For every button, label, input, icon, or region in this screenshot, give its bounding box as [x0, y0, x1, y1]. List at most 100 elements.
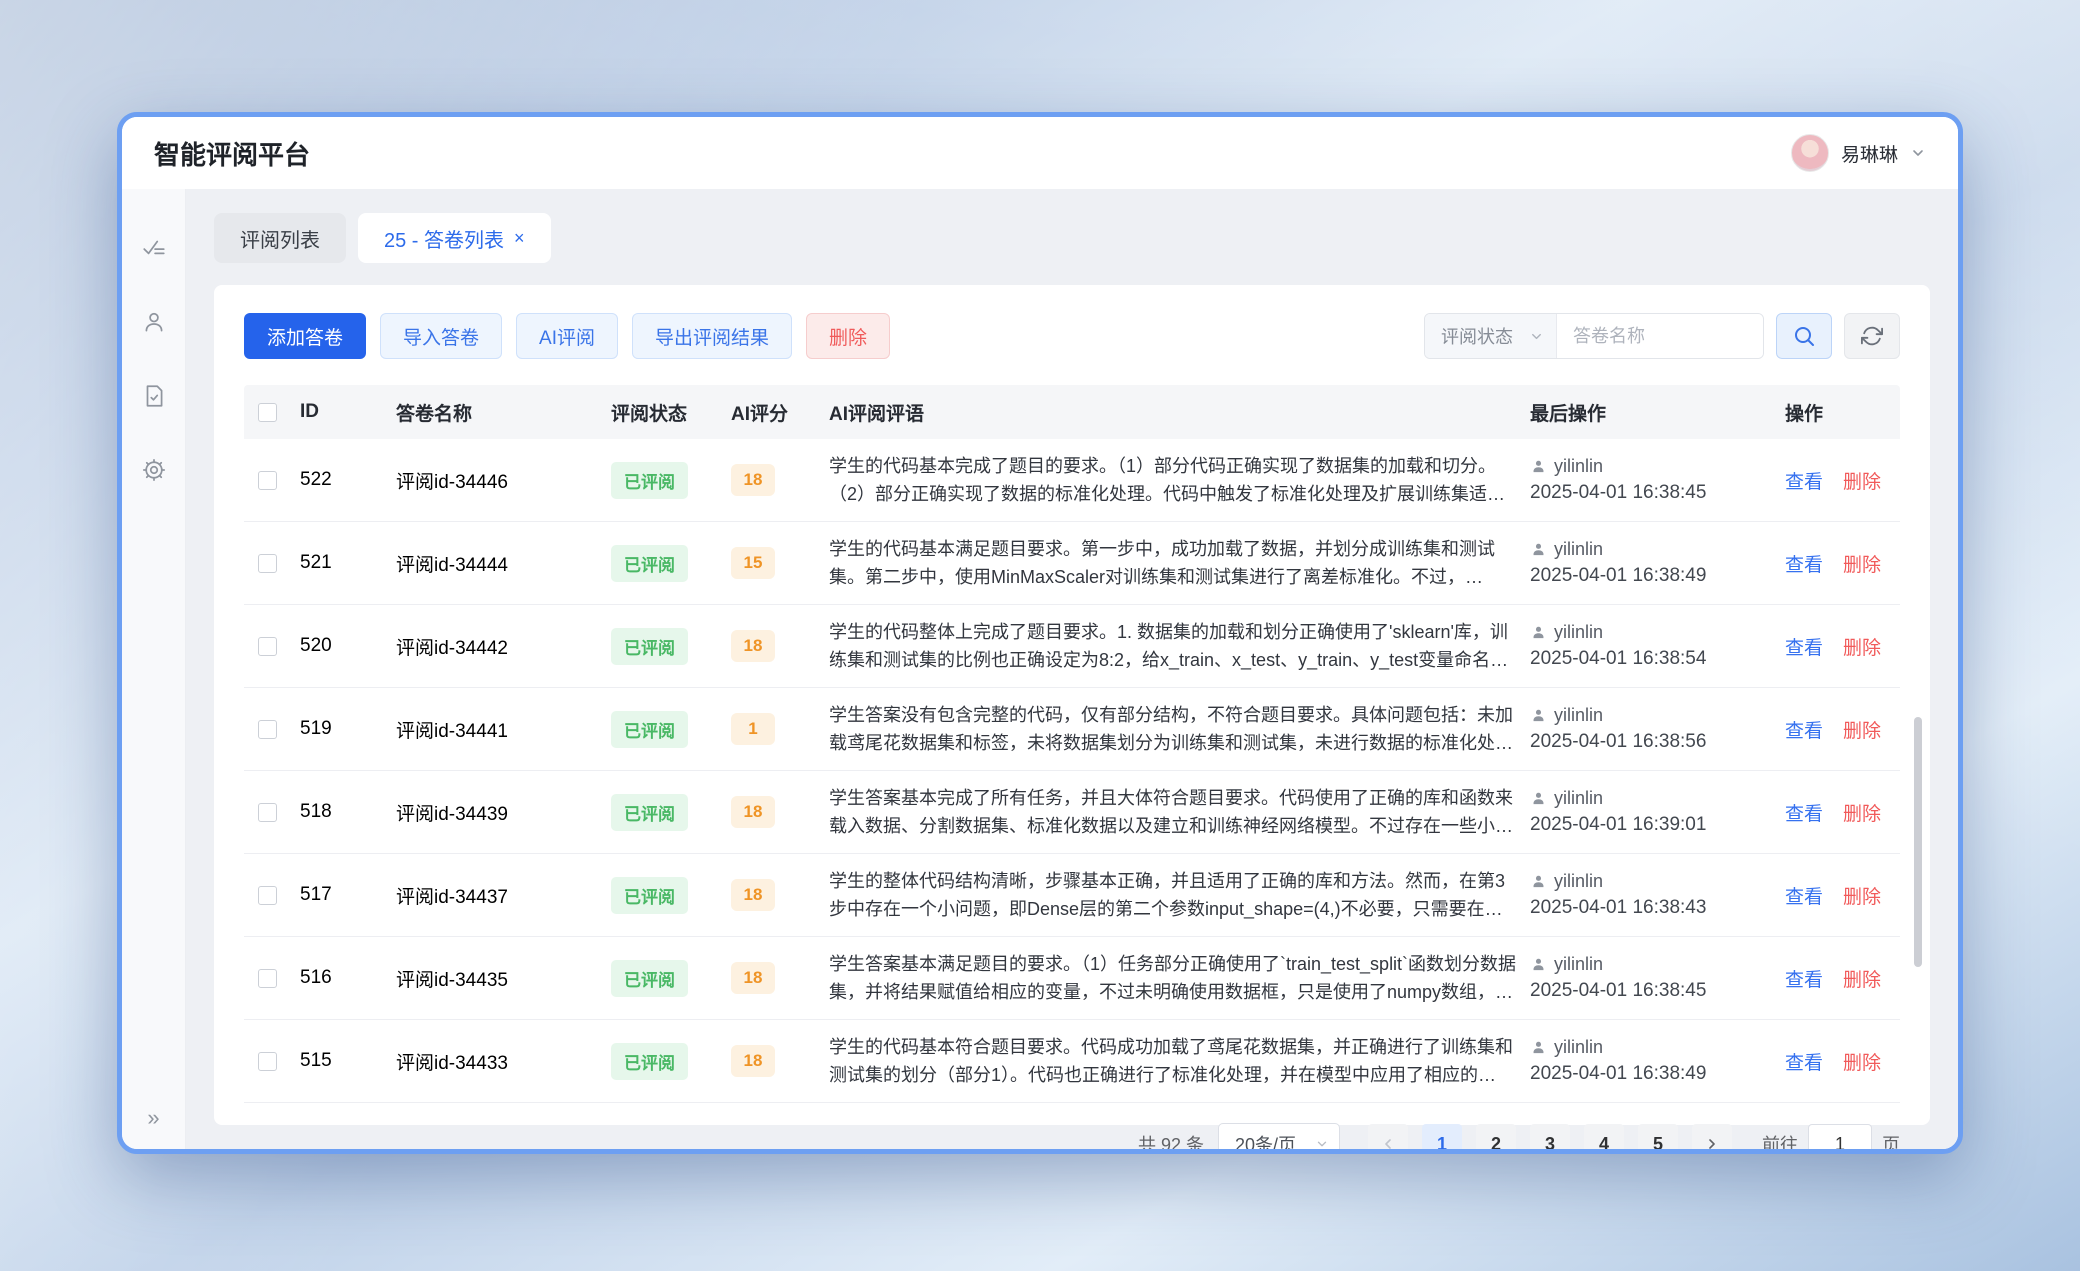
table-row: 518 评阅id-34439 已评阅 18 学生答案基本完成了所有任务，并且大体… — [244, 771, 1900, 854]
view-link[interactable]: 查看 — [1785, 799, 1823, 826]
person-icon — [1530, 458, 1547, 475]
search-button[interactable] — [1776, 313, 1832, 359]
table-row: 517 评阅id-34437 已评阅 18 学生的整体代码结构清晰，步骤基本正确… — [244, 854, 1900, 937]
delete-link[interactable]: 删除 — [1843, 550, 1881, 577]
sidebar-expand-button[interactable]: » — [147, 1105, 159, 1131]
content-card: 添加答卷 导入答卷 AI评阅 导出评阅结果 删除 评阅状态 — [214, 285, 1930, 1125]
status-badge: 已评阅 — [611, 628, 688, 665]
app-window: 智能评阅平台 易琳琳 » 评阅列表 — [117, 112, 1963, 1154]
goto-page-input[interactable] — [1808, 1124, 1872, 1154]
user-menu[interactable]: 易琳琳 — [1791, 134, 1926, 172]
delete-link[interactable]: 删除 — [1843, 799, 1881, 826]
page-unit-label: 页 — [1882, 1131, 1900, 1154]
row-checkbox[interactable] — [258, 1052, 277, 1071]
person-icon — [1530, 873, 1547, 890]
operator-name: yilinlin — [1554, 954, 1603, 975]
header-actions: 操作 — [1785, 399, 1900, 426]
view-link[interactable]: 查看 — [1785, 467, 1823, 494]
operation-time: 2025-04-01 16:38:45 — [1530, 482, 1775, 504]
row-last-operation: yilinlin 2025-04-01 16:38:56 — [1530, 705, 1785, 753]
operation-time: 2025-04-01 16:38:49 — [1530, 565, 1775, 587]
row-name: 评阅id-34437 — [396, 882, 611, 909]
score-badge: 1 — [731, 713, 775, 745]
delete-link[interactable]: 删除 — [1843, 1048, 1881, 1075]
table-row: 521 评阅id-34444 已评阅 15 学生的代码基本满足题目要求。第一步中… — [244, 522, 1900, 605]
person-icon — [1530, 624, 1547, 641]
page-button-4[interactable]: 4 — [1584, 1124, 1624, 1154]
goto-label: 前往 — [1762, 1131, 1798, 1154]
score-badge: 15 — [731, 547, 775, 579]
delete-link[interactable]: 删除 — [1843, 882, 1881, 909]
scrollbar-thumb[interactable] — [1914, 717, 1922, 967]
delete-link[interactable]: 删除 — [1843, 716, 1881, 743]
prev-page-button[interactable] — [1368, 1124, 1408, 1154]
page-size-select[interactable]: 20条/页 — [1218, 1123, 1340, 1154]
view-link[interactable]: 查看 — [1785, 882, 1823, 909]
operation-time: 2025-04-01 16:38:56 — [1530, 731, 1775, 753]
page-button-5[interactable]: 5 — [1638, 1124, 1678, 1154]
table-row: 515 评阅id-34433 已评阅 18 学生的代码基本符合题目要求。代码成功… — [244, 1020, 1900, 1103]
tab-review-list[interactable]: 评阅列表 — [214, 213, 346, 263]
close-icon[interactable]: × — [514, 228, 525, 249]
row-comment: 学生答案基本完成了所有任务，并且大体符合题目要求。代码使用了正确的库和函数来载入… — [829, 784, 1520, 840]
import-answer-button[interactable]: 导入答卷 — [380, 313, 502, 359]
view-link[interactable]: 查看 — [1785, 550, 1823, 577]
score-badge: 18 — [731, 962, 775, 994]
view-link[interactable]: 查看 — [1785, 716, 1823, 743]
page-button-3[interactable]: 3 — [1530, 1124, 1570, 1154]
export-results-button[interactable]: 导出评阅结果 — [632, 313, 792, 359]
status-badge: 已评阅 — [611, 960, 688, 997]
row-checkbox[interactable] — [258, 637, 277, 656]
row-comment: 学生答案基本满足题目的要求。（1）任务部分正确使用了`train_test_sp… — [829, 950, 1520, 1006]
sidebar-item-users[interactable] — [139, 307, 169, 337]
row-checkbox[interactable] — [258, 554, 277, 573]
main-content: 评阅列表 25 - 答卷列表 × 添加答卷 导入答卷 AI评阅 导出评阅结果 删… — [186, 189, 1958, 1149]
operation-time: 2025-04-01 16:38:49 — [1530, 1063, 1775, 1085]
user-icon — [141, 309, 167, 335]
row-checkbox[interactable] — [258, 471, 277, 490]
delete-button[interactable]: 删除 — [806, 313, 890, 359]
select-all-checkbox[interactable] — [258, 403, 277, 422]
row-checkbox[interactable] — [258, 803, 277, 822]
avatar — [1791, 134, 1829, 172]
operator-name: yilinlin — [1554, 539, 1603, 560]
row-checkbox[interactable] — [258, 720, 277, 739]
add-answer-button[interactable]: 添加答卷 — [244, 313, 366, 359]
review-status-select[interactable]: 评阅状态 — [1425, 314, 1557, 358]
view-link[interactable]: 查看 — [1785, 633, 1823, 660]
score-badge: 18 — [731, 1045, 775, 1077]
header-status: 评阅状态 — [611, 399, 731, 426]
table-row: 519 评阅id-34441 已评阅 1 学生答案没有包含完整的代码，仅有部分结… — [244, 688, 1900, 771]
table-row: 522 评阅id-34446 已评阅 18 学生的代码基本完成了题目的要求。（1… — [244, 439, 1900, 522]
operator-name: yilinlin — [1554, 788, 1603, 809]
status-badge: 已评阅 — [611, 1043, 688, 1080]
person-icon — [1530, 707, 1547, 724]
row-last-operation: yilinlin 2025-04-01 16:38:45 — [1530, 954, 1785, 1002]
view-link[interactable]: 查看 — [1785, 965, 1823, 992]
pagination: 共 92 条 20条/页 1 2 3 4 5 — [244, 1103, 1900, 1154]
operator-name: yilinlin — [1554, 456, 1603, 477]
person-icon — [1530, 541, 1547, 558]
answer-name-input[interactable] — [1557, 314, 1763, 358]
delete-link[interactable]: 删除 — [1843, 633, 1881, 660]
page-button-1[interactable]: 1 — [1422, 1124, 1462, 1154]
header-score: AI评分 — [731, 399, 829, 426]
row-checkbox[interactable] — [258, 969, 277, 988]
sidebar-item-settings[interactable] — [139, 455, 169, 485]
next-page-button[interactable] — [1692, 1124, 1732, 1154]
row-id: 520 — [300, 635, 396, 657]
sidebar-item-review-list[interactable] — [139, 233, 169, 263]
score-badge: 18 — [731, 630, 775, 662]
sidebar-item-papers[interactable] — [139, 381, 169, 411]
operator-name: yilinlin — [1554, 705, 1603, 726]
refresh-button[interactable] — [1844, 313, 1900, 359]
score-badge: 18 — [731, 879, 775, 911]
ai-review-button[interactable]: AI评阅 — [516, 313, 618, 359]
row-checkbox[interactable] — [258, 886, 277, 905]
status-badge: 已评阅 — [611, 794, 688, 831]
view-link[interactable]: 查看 — [1785, 1048, 1823, 1075]
tab-answer-list[interactable]: 25 - 答卷列表 × — [358, 213, 551, 263]
delete-link[interactable]: 删除 — [1843, 965, 1881, 992]
delete-link[interactable]: 删除 — [1843, 467, 1881, 494]
page-button-2[interactable]: 2 — [1476, 1124, 1516, 1154]
